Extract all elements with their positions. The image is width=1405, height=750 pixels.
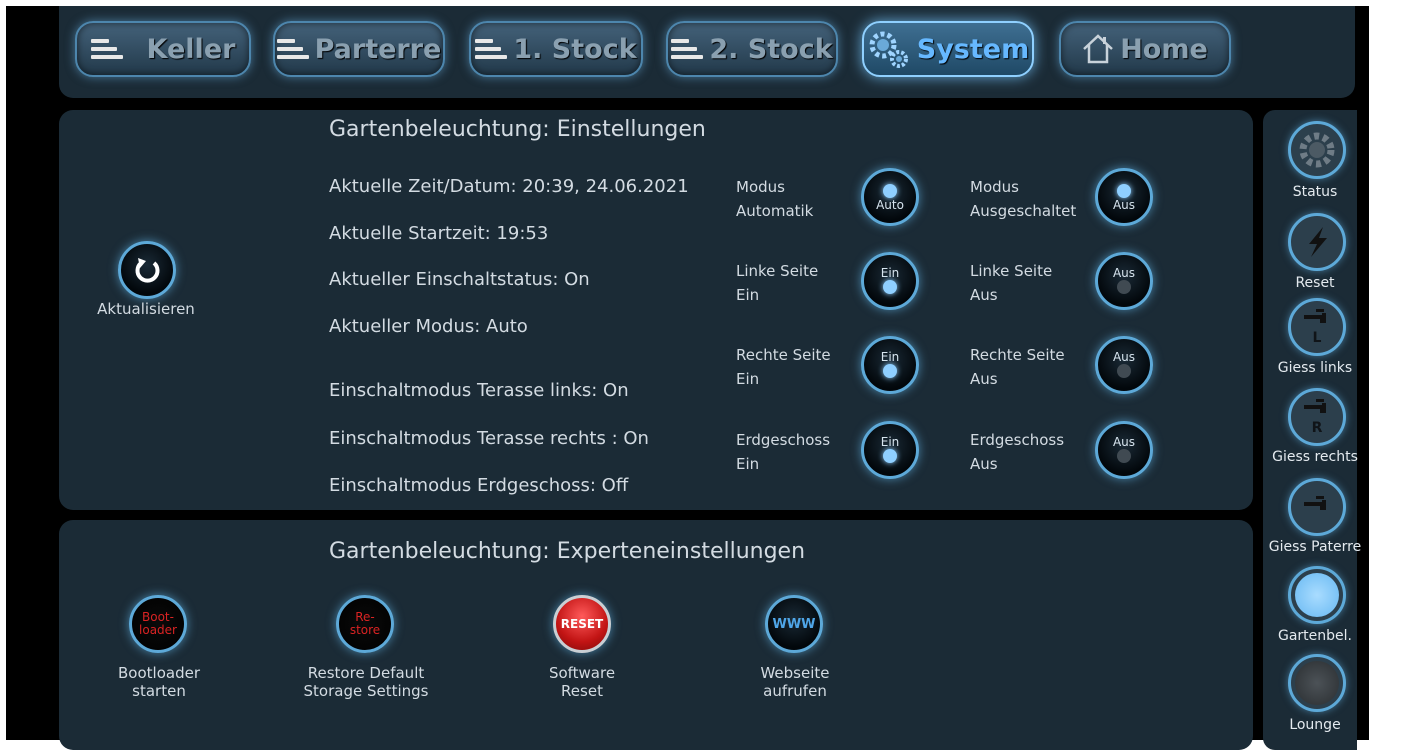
floor-stack-icon (90, 37, 123, 61)
faucet-icon (1304, 309, 1326, 323)
left-side-off-button[interactable]: Aus (1095, 252, 1153, 310)
www-icon: WWW (772, 616, 816, 632)
letter-r: R (1311, 420, 1323, 436)
refresh-button[interactable] (118, 241, 176, 299)
sidebar-gartenbel-label: Gartenbel. (1278, 628, 1352, 644)
right-side-on-button[interactable]: Ein (861, 336, 919, 394)
faucet-icon (1304, 496, 1326, 510)
current-start-time-text: Aktuelle Startzeit: 19:53 (329, 223, 549, 244)
sidebar-giess-rechts-label: Giess rechts (1272, 449, 1358, 465)
mode-off-label: Modus Ausgeschaltet (970, 178, 1077, 220)
terrace-left-mode-text: Einschaltmodus Terasse links: On (329, 380, 629, 401)
sidebar-reset-button[interactable] (1288, 213, 1346, 271)
website-button[interactable]: WWW (765, 595, 823, 653)
sidebar-giess-paterre-label: Giess Paterre (1268, 539, 1362, 555)
bootloader-button[interactable]: Boot-loader (129, 595, 187, 653)
nav-home-label: Home (1120, 33, 1208, 65)
floor-stack-icon (475, 37, 508, 61)
bulb-on-icon (883, 184, 897, 198)
ground-floor-on-button[interactable]: Ein (861, 421, 919, 479)
ground-floor-on-label: Erdgeschoss Ein (736, 431, 831, 473)
restore-button[interactable]: Re-store (336, 595, 394, 653)
settings-title: Gartenbeleuchtung: Einstellungen (329, 117, 706, 142)
nav-1-stock-button[interactable]: 1. Stock (469, 21, 643, 77)
restore-button-text: Re-store (349, 610, 381, 637)
software-reset-button[interactable]: RESET (553, 595, 611, 653)
nav-1-stock-label: 1. Stock (513, 33, 637, 65)
mode-off-button[interactable]: Aus (1095, 168, 1153, 226)
left-side-off-label: Linke Seite Aus (970, 262, 1053, 304)
sidebar-giess-paterre-button[interactable] (1288, 478, 1346, 536)
bulb-on-icon (1295, 573, 1339, 617)
nav-2-stock-label: 2. Stock (709, 33, 833, 65)
bulb-off-icon (1117, 364, 1131, 378)
nav-keller-button[interactable]: Keller (75, 21, 251, 77)
nav-parterre-button[interactable]: Parterre (273, 21, 445, 77)
refresh-icon (135, 258, 160, 283)
sidebar-giess-links-button[interactable]: L (1288, 298, 1346, 356)
sidebar-giess-rechts-button[interactable]: R (1288, 388, 1346, 446)
bulb-on-icon (883, 449, 897, 463)
nav-parterre-label: Parterre (314, 33, 442, 65)
bootloader-label: Bootloader starten (118, 664, 200, 700)
right-side-off-label: Rechte Seite Aus (970, 346, 1065, 388)
left-side-on-button[interactable]: Ein (861, 252, 919, 310)
right-side-off-button[interactable]: Aus (1095, 336, 1153, 394)
settings-panel (59, 110, 1253, 510)
sidebar-giess-links-label: Giess links (1277, 360, 1353, 376)
gear-icon (1299, 132, 1335, 168)
nav-keller-label: Keller (146, 33, 236, 65)
sidebar-reset-label: Reset (1295, 275, 1335, 291)
faucet-icon (1304, 399, 1326, 413)
app-screen: Keller Parterre 1. Stock 2. Stock System (6, 6, 1369, 750)
bulb-on-icon (883, 364, 897, 378)
lightning-icon (1309, 227, 1327, 257)
bulb-off-icon (1295, 661, 1339, 705)
sidebar-status-label: Status (1292, 184, 1338, 200)
restore-label: Restore Default Storage Settings (303, 664, 429, 700)
home-icon (1083, 34, 1114, 64)
current-time-text: Aktuelle Zeit/Datum: 20:39, 24.06.2021 (329, 176, 689, 197)
floor-stack-icon (671, 37, 704, 61)
bulb-off-icon (1117, 449, 1131, 463)
sidebar-gartenbel-button[interactable] (1288, 566, 1346, 624)
left-side-on-label: Linke Seite Ein (736, 262, 819, 304)
terrace-right-mode-text: Einschaltmodus Terasse rechts : On (329, 428, 649, 449)
nav-2-stock-button[interactable]: 2. Stock (666, 21, 838, 77)
reset-button-text: RESET (560, 617, 604, 631)
website-label: Webseite aufrufen (760, 664, 830, 700)
sidebar-lounge-label: Lounge (1289, 717, 1341, 733)
software-reset-label: Software Reset (548, 664, 616, 700)
current-mode-text: Aktueller Modus: Auto (329, 316, 528, 337)
ground-floor-off-label: Erdgeschoss Aus (970, 431, 1065, 473)
top-navigation-bar: Keller Parterre 1. Stock 2. Stock System (59, 6, 1355, 98)
mode-auto-button[interactable]: Auto (861, 168, 919, 226)
mode-auto-label: Modus Automatik (736, 178, 814, 220)
expert-title: Gartenbeleuchtung: Experteneinstellungen (329, 539, 806, 564)
letter-l: L (1312, 330, 1322, 346)
sidebar-lounge-button[interactable] (1288, 654, 1346, 712)
current-switch-status-text: Aktueller Einschaltstatus: On (329, 269, 590, 290)
floor-stack-icon (276, 37, 309, 61)
bulb-on-icon (883, 280, 897, 294)
bootloader-button-text: Boot-loader (139, 610, 177, 637)
sidebar-status-button[interactable] (1288, 121, 1346, 179)
bulb-on-icon (1117, 184, 1131, 198)
gear-icon (869, 31, 908, 68)
bulb-off-icon (1117, 280, 1131, 294)
nav-home-button[interactable]: Home (1059, 21, 1231, 77)
nav-system-button[interactable]: System (862, 21, 1034, 77)
ground-floor-off-button[interactable]: Aus (1095, 421, 1153, 479)
right-side-on-label: Rechte Seite Ein (736, 346, 831, 388)
refresh-label: Aktualisieren (97, 300, 195, 318)
ground-floor-mode-text: Einschaltmodus Erdgeschoss: Off (329, 475, 629, 496)
nav-system-label: System (916, 33, 1030, 65)
